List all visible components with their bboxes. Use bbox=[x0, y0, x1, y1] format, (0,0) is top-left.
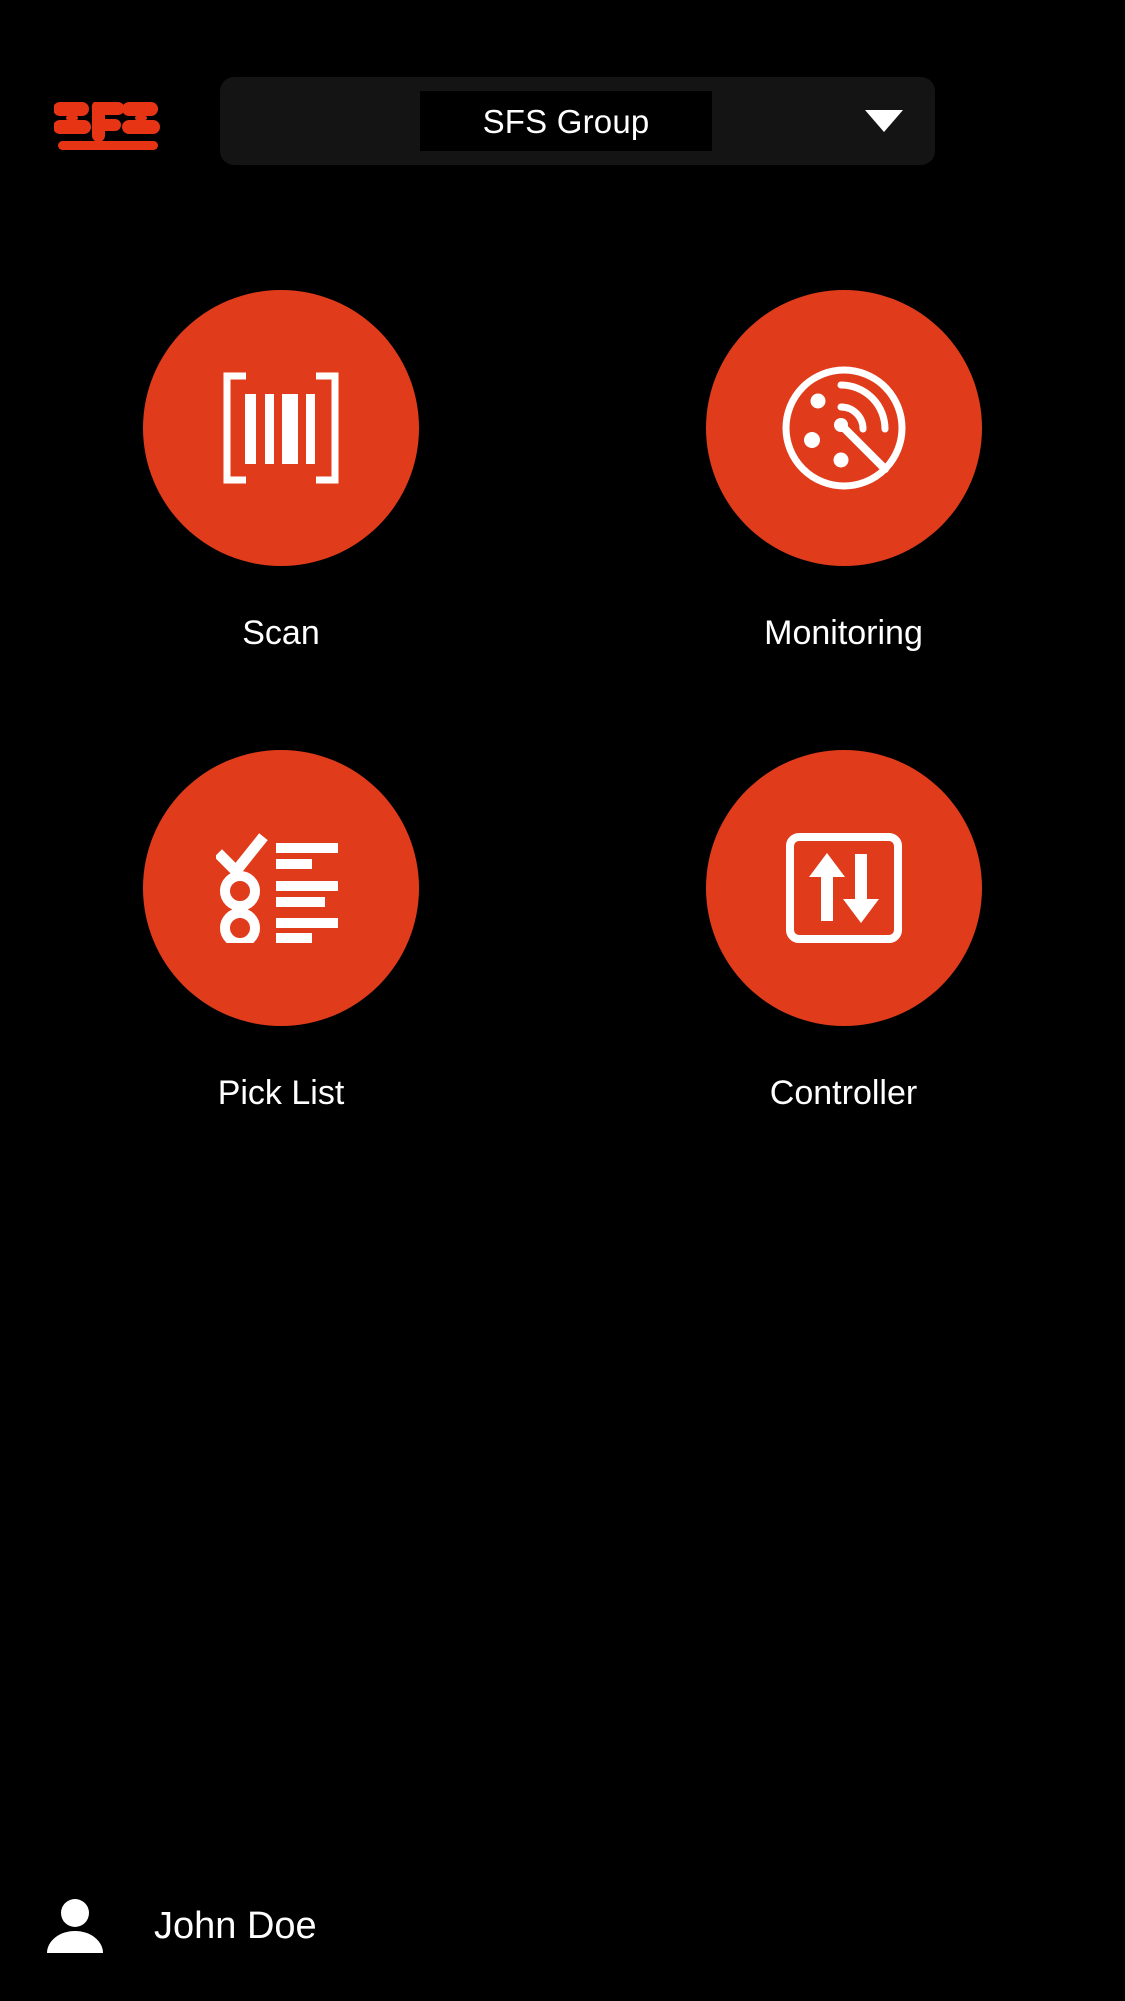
person-icon bbox=[44, 1895, 106, 1957]
tile-controller-label: Controller bbox=[769, 1074, 918, 1112]
barcode-scan-icon bbox=[220, 370, 342, 486]
tile-scan[interactable]: Scan bbox=[0, 290, 562, 750]
tile-pick-list-label: Pick List bbox=[217, 1074, 345, 1112]
user-footer[interactable]: John Doe bbox=[0, 1851, 1125, 2001]
tile-scan-circle[interactable] bbox=[143, 290, 419, 566]
group-selector-value-box[interactable]: SFS Group bbox=[420, 91, 712, 151]
tile-monitoring[interactable]: Monitoring bbox=[562, 290, 1125, 750]
checklist-icon bbox=[216, 833, 346, 943]
chevron-down-icon[interactable] bbox=[865, 110, 903, 132]
user-name: John Doe bbox=[154, 1905, 317, 1947]
group-selector[interactable]: SFS Group bbox=[220, 77, 935, 165]
tile-controller-circle[interactable] bbox=[705, 750, 982, 1026]
tile-monitoring-label: Monitoring bbox=[764, 614, 923, 652]
tile-pick-list[interactable]: Pick List bbox=[0, 750, 562, 1210]
sfs-logo[interactable] bbox=[54, 90, 162, 152]
tile-controller[interactable]: Controller bbox=[562, 750, 1125, 1210]
home-tile-grid: Scan Monitoring Pick List Controller bbox=[0, 290, 1125, 1210]
tile-scan-label: Scan bbox=[242, 614, 320, 652]
tile-pick-list-circle[interactable] bbox=[143, 750, 419, 1026]
radar-monitoring-icon bbox=[779, 363, 909, 493]
app-root: { "app": { "background_color": "#000000"… bbox=[0, 0, 1125, 2001]
group-selector-value: SFS Group bbox=[482, 102, 650, 140]
tile-monitoring-circle[interactable] bbox=[705, 290, 982, 566]
app-header: SFS Group bbox=[0, 0, 1125, 215]
up-down-arrows-icon bbox=[785, 832, 903, 944]
